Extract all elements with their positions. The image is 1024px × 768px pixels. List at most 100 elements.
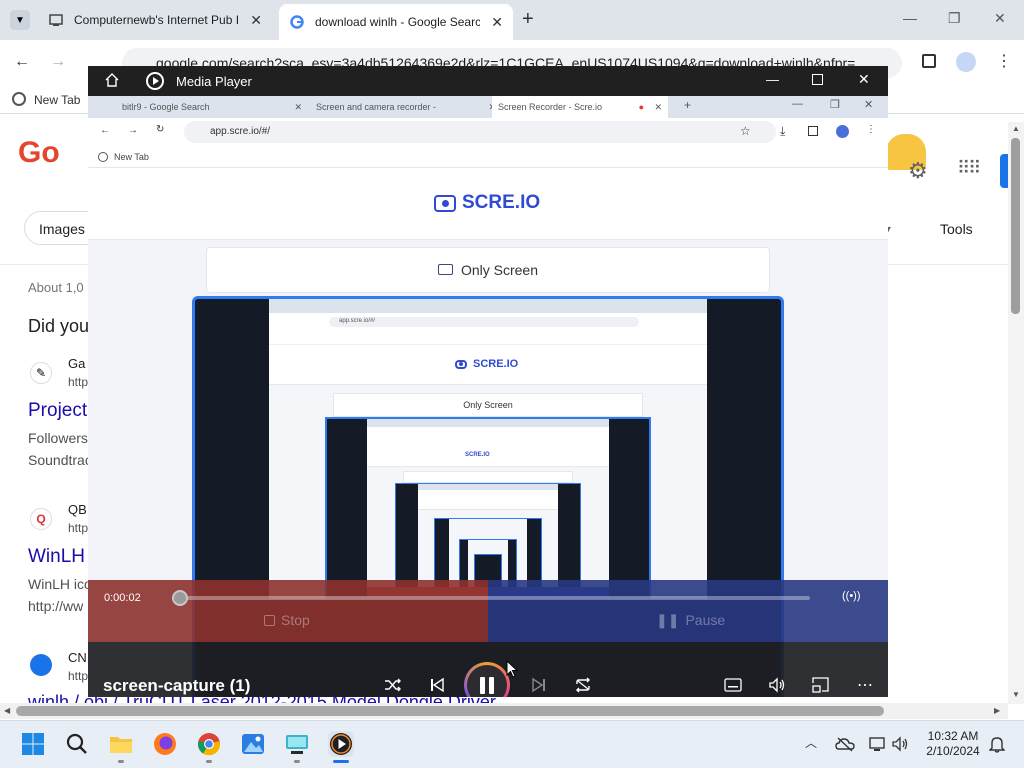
mouse-cursor-icon bbox=[506, 659, 519, 683]
running-indicator bbox=[118, 760, 124, 763]
desktop-app-icon[interactable] bbox=[284, 731, 310, 757]
video-title: screen-capture (1) bbox=[103, 676, 251, 695]
result-title-link[interactable]: WinLH bbox=[28, 546, 85, 568]
nested-toolbar: app.scre.io/#/ bbox=[269, 313, 707, 331]
close-icon[interactable]: ✕ bbox=[491, 14, 503, 31]
tab-google-search[interactable]: download winlh - Google Searc ✕ bbox=[279, 4, 513, 40]
system-clock[interactable]: 10:32 AM 2/10/2024 bbox=[918, 729, 988, 759]
bookmark-new-tab[interactable]: New Tab bbox=[34, 93, 80, 107]
next-icon[interactable] bbox=[526, 672, 552, 697]
repeat-icon[interactable] bbox=[570, 672, 596, 697]
previous-icon[interactable] bbox=[424, 672, 450, 697]
tools-button[interactable]: Tools bbox=[940, 221, 973, 237]
result-url: http bbox=[68, 669, 89, 683]
home-icon[interactable] bbox=[104, 72, 120, 88]
scroll-down-icon[interactable]: ▼ bbox=[1012, 690, 1020, 699]
recorded-pause-button: ❚❚ Pause bbox=[656, 612, 725, 629]
close-icon[interactable]: ✕ bbox=[250, 12, 262, 29]
live-broadcast-icon[interactable]: ((•)) bbox=[842, 590, 861, 602]
chrome-icon[interactable] bbox=[196, 731, 222, 757]
minimize-icon[interactable]: — bbox=[903, 10, 917, 26]
site-favicon-icon bbox=[48, 12, 64, 28]
settings-gear-icon[interactable]: ⚙ bbox=[908, 158, 928, 184]
recorded-tab-label: bitlr9 - Google Search bbox=[122, 102, 210, 112]
volume-icon[interactable] bbox=[764, 672, 790, 697]
nested-header bbox=[418, 490, 558, 510]
did-you-mean[interactable]: Did you bbox=[28, 316, 89, 337]
nested-logo-text: SCRE.IO bbox=[473, 358, 519, 370]
forward-icon[interactable]: → bbox=[50, 53, 66, 71]
network-icon[interactable] bbox=[864, 731, 890, 757]
only-screen-label: Only Screen bbox=[460, 262, 539, 278]
maximize-icon[interactable] bbox=[812, 74, 823, 85]
recorded-globe-icon bbox=[98, 152, 108, 162]
result-snippet: WinLH ico bbox=[28, 576, 92, 592]
clock-time: 10:32 AM bbox=[927, 729, 979, 743]
horizontal-scrollbar-thumb[interactable] bbox=[16, 706, 884, 716]
nested-header: SCRE.IO bbox=[367, 445, 609, 467]
current-time: 0:00:02 bbox=[104, 592, 141, 604]
nested-capture-1: app.scre.io/#/ SCRE.IO Only Screen SCRE.… bbox=[269, 299, 707, 599]
apps-grid-icon[interactable]: ⠿⠿ bbox=[957, 158, 981, 179]
recorded-close-icon: ✕ bbox=[864, 99, 874, 111]
tab-search-button[interactable]: ▼ bbox=[10, 10, 30, 30]
more-options-icon[interactable]: ⋯ bbox=[852, 672, 878, 697]
close-icon[interactable]: ✕ bbox=[858, 71, 870, 88]
minimize-icon[interactable]: — bbox=[766, 72, 779, 87]
profile-avatar[interactable] bbox=[956, 52, 976, 72]
nested-toolbar bbox=[367, 427, 609, 445]
start-windows-icon[interactable] bbox=[20, 731, 46, 757]
pause-overlay-region bbox=[488, 580, 888, 642]
seek-bar[interactable] bbox=[174, 596, 810, 600]
result-url: http bbox=[68, 375, 89, 389]
photos-icon[interactable] bbox=[240, 731, 266, 757]
speaker-icon[interactable] bbox=[888, 731, 914, 757]
shuffle-icon[interactable] bbox=[380, 672, 406, 697]
new-tab-button[interactable]: + bbox=[522, 8, 534, 31]
back-icon[interactable]: ← bbox=[14, 53, 30, 71]
video-frame[interactable]: bitlr9 - Google Search ✕ Screen and camer… bbox=[88, 96, 888, 697]
media-player-taskbar-icon[interactable] bbox=[328, 731, 354, 757]
scroll-left-icon[interactable]: ◀ bbox=[4, 706, 10, 715]
recorded-toolbar: ← → ↻ app.scre.io/#/ ☆ ⤓ ⋮ bbox=[88, 118, 888, 146]
pause-icon bbox=[467, 665, 507, 697]
record-mark-icon bbox=[434, 194, 456, 212]
recorded-star-icon: ☆ bbox=[740, 124, 751, 138]
tab-computernewb[interactable]: Computernewb's Internet Pub I ✕ bbox=[38, 7, 272, 33]
only-screen-option: Only Screen bbox=[206, 247, 770, 293]
recorded-address-text: app.scre.io/#/ bbox=[210, 126, 271, 137]
nested-only-screen bbox=[403, 471, 573, 483]
nested-header: SCRE.IO bbox=[269, 345, 707, 385]
recorded-profile-icon bbox=[836, 125, 849, 138]
result-favicon-icon: Q bbox=[30, 508, 52, 530]
recorded-new-tab-icon: + bbox=[684, 98, 692, 112]
recorded-tab-active: Screen Recorder - Scre.io ● ✕ bbox=[492, 96, 668, 118]
scroll-right-icon[interactable]: ▶ bbox=[994, 706, 1000, 715]
firefox-icon[interactable] bbox=[152, 731, 178, 757]
chevron-up-icon[interactable]: ︿ bbox=[805, 734, 817, 751]
google-doodle-logo[interactable]: Go bbox=[18, 136, 60, 170]
restore-icon[interactable]: ❐ bbox=[948, 10, 961, 27]
clock-date: 2/10/2024 bbox=[926, 744, 980, 758]
result-snippet: http://ww bbox=[28, 598, 84, 614]
nested-logo: SCRE.IO bbox=[455, 358, 518, 370]
subtitles-icon[interactable] bbox=[720, 672, 746, 697]
recorded-stop-button: Stop bbox=[264, 612, 310, 628]
menu-kebab-icon[interactable]: ⋮ bbox=[996, 51, 1012, 71]
side-panel-icon[interactable] bbox=[922, 54, 936, 68]
nested-logo-text: SCRE.IO bbox=[465, 452, 490, 458]
mini-player-icon[interactable] bbox=[808, 672, 834, 697]
close-window-icon[interactable]: ✕ bbox=[994, 10, 1006, 27]
result-title-link[interactable]: Project bbox=[28, 400, 87, 422]
nested-frame-2: SCRE.IO bbox=[325, 417, 651, 599]
page-scrollbar-thumb[interactable] bbox=[1011, 138, 1020, 314]
onedrive-icon[interactable] bbox=[832, 731, 858, 757]
search-icon[interactable] bbox=[64, 731, 90, 757]
notification-bell-icon[interactable] bbox=[984, 731, 1010, 757]
sign-in-button[interactable] bbox=[1000, 154, 1008, 188]
scroll-up-icon[interactable]: ▲ bbox=[1012, 124, 1020, 133]
recorded-reload-icon: ↻ bbox=[156, 124, 165, 135]
file-explorer-icon[interactable] bbox=[108, 731, 134, 757]
recorded-forward-icon: → bbox=[128, 125, 138, 136]
recorded-tab-label: Screen and camera recorder - bbox=[316, 102, 437, 112]
